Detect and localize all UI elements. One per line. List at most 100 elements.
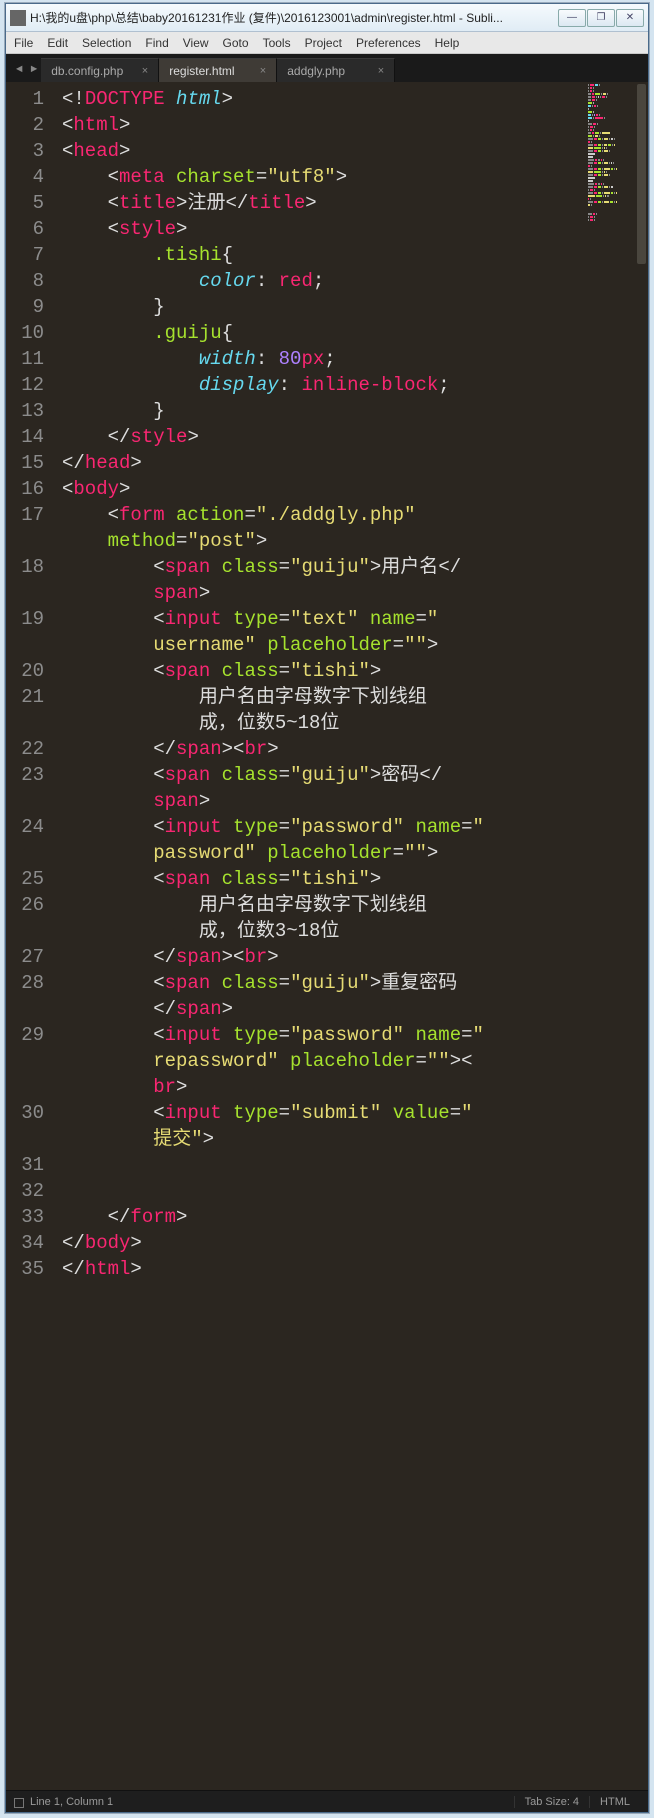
status-tabsize[interactable]: Tab Size: 4 <box>514 1796 589 1808</box>
tab-label: register.html <box>169 64 234 78</box>
status-indicator-icon <box>14 1798 24 1808</box>
code-line-wrap[interactable]: span> <box>62 580 646 606</box>
line-number: 18 <box>6 554 44 580</box>
menu-edit[interactable]: Edit <box>47 36 68 50</box>
menu-tools[interactable]: Tools <box>263 36 291 50</box>
code-line[interactable]: } <box>62 398 646 424</box>
tab-register-html[interactable]: register.html × <box>159 58 277 82</box>
tab-close-icon[interactable]: × <box>260 65 266 77</box>
code-line[interactable]: </html> <box>62 1256 646 1282</box>
code-line[interactable] <box>62 1178 646 1204</box>
line-number: 24 <box>6 814 44 840</box>
code-line[interactable]: </span><br> <box>62 736 646 762</box>
line-number: 6 <box>6 216 44 242</box>
menu-selection[interactable]: Selection <box>82 36 131 50</box>
menu-file[interactable]: File <box>14 36 33 50</box>
tab-close-icon[interactable]: × <box>378 65 384 77</box>
line-number <box>6 1048 44 1074</box>
status-language[interactable]: HTML <box>589 1796 640 1808</box>
code-line[interactable]: <html> <box>62 112 646 138</box>
code-line[interactable]: <span class="guiju">重复密码 <box>62 970 646 996</box>
line-number: 26 <box>6 892 44 918</box>
line-number: 35 <box>6 1256 44 1282</box>
line-number <box>6 1074 44 1100</box>
code-line-wrap[interactable]: 提交"> <box>62 1126 646 1152</box>
menu-goto[interactable]: Goto <box>223 36 249 50</box>
line-number: 25 <box>6 866 44 892</box>
code-line-wrap[interactable]: 成，位数3~18位 <box>62 918 646 944</box>
line-number <box>6 710 44 736</box>
code-line-wrap[interactable]: </span> <box>62 996 646 1022</box>
scrollbar[interactable] <box>635 82 648 1790</box>
code-line[interactable]: .guiju{ <box>62 320 646 346</box>
code-line[interactable]: <title>注册</title> <box>62 190 646 216</box>
code-line[interactable]: 用户名由字母数字下划线组 <box>62 892 646 918</box>
menu-project[interactable]: Project <box>305 36 342 50</box>
line-number: 27 <box>6 944 44 970</box>
minimize-button[interactable]: — <box>558 9 586 27</box>
code-line[interactable]: </head> <box>62 450 646 476</box>
code-line[interactable]: 用户名由字母数字下划线组 <box>62 684 646 710</box>
code-line-wrap[interactable]: repassword" placeholder="">< <box>62 1048 646 1074</box>
tab-close-icon[interactable]: × <box>142 65 148 77</box>
code-line-wrap[interactable]: username" placeholder=""> <box>62 632 646 658</box>
tab-label: db.config.php <box>51 64 123 78</box>
code-line[interactable]: <span class="guiju">密码</ <box>62 762 646 788</box>
code-line[interactable]: } <box>62 294 646 320</box>
code-line-wrap[interactable]: password" placeholder=""> <box>62 840 646 866</box>
code-line-wrap[interactable]: 成，位数5~18位 <box>62 710 646 736</box>
code-line[interactable]: <form action="./addgly.php" <box>62 502 646 528</box>
menubar: File Edit Selection Find View Goto Tools Projec… <box>6 32 648 54</box>
line-number: 23 <box>6 762 44 788</box>
code-line[interactable]: color: red; <box>62 268 646 294</box>
code-line[interactable] <box>62 1152 646 1178</box>
tab-db-config-php[interactable]: db.config.php × <box>41 58 159 82</box>
code-line[interactable]: <style> <box>62 216 646 242</box>
code-line[interactable]: <body> <box>62 476 646 502</box>
line-number: 17 <box>6 502 44 528</box>
tab-addgly-php[interactable]: addgly.php× <box>277 58 395 82</box>
tab-prev-icon[interactable]: ◄ <box>12 64 27 82</box>
code-line[interactable]: </form> <box>62 1204 646 1230</box>
code-line[interactable]: </style> <box>62 424 646 450</box>
tab-next-icon[interactable]: ► <box>27 64 42 82</box>
code-line[interactable]: </body> <box>62 1230 646 1256</box>
line-number: 30 <box>6 1100 44 1126</box>
code-line[interactable]: <meta charset="utf8"> <box>62 164 646 190</box>
code-line[interactable]: width: 80px; <box>62 346 646 372</box>
editor[interactable]: 1234567891011121314151617 18 19 2021 222… <box>6 82 648 1790</box>
code-line[interactable]: <span class="tishi"> <box>62 866 646 892</box>
code-line[interactable]: <head> <box>62 138 646 164</box>
menu-preferences[interactable]: Preferences <box>356 36 421 50</box>
line-number: 1 <box>6 86 44 112</box>
menu-find[interactable]: Find <box>145 36 168 50</box>
menu-help[interactable]: Help <box>435 36 460 50</box>
code-line[interactable]: <input type="password" name=" <box>62 814 646 840</box>
code-line[interactable]: display: inline-block; <box>62 372 646 398</box>
line-number <box>6 918 44 944</box>
code-line[interactable]: <input type="password" name=" <box>62 1022 646 1048</box>
code-line[interactable]: .tishi{ <box>62 242 646 268</box>
line-number <box>6 632 44 658</box>
line-number: 3 <box>6 138 44 164</box>
code-line[interactable]: <input type="submit" value=" <box>62 1100 646 1126</box>
line-number: 33 <box>6 1204 44 1230</box>
line-number: 9 <box>6 294 44 320</box>
code-line-wrap[interactable]: br> <box>62 1074 646 1100</box>
scrollbar-thumb[interactable] <box>637 84 646 264</box>
code-line-wrap[interactable]: method="post"> <box>62 528 646 554</box>
code-line[interactable]: <span class="guiju">用户名</ <box>62 554 646 580</box>
code-line[interactable]: <input type="text" name=" <box>62 606 646 632</box>
code-line[interactable]: <span class="tishi"> <box>62 658 646 684</box>
line-number: 4 <box>6 164 44 190</box>
app-icon <box>10 10 26 26</box>
code-line[interactable]: <!DOCTYPE html> <box>62 86 646 112</box>
code-area[interactable]: <!DOCTYPE html><html><head> <meta charse… <box>54 82 648 1790</box>
maximize-button[interactable]: ❐ <box>587 9 615 27</box>
close-button[interactable]: ✕ <box>616 9 644 27</box>
app-window: H:\我的u盘\php\总结\baby20161231作业 (复件)\20161… <box>5 3 649 1813</box>
code-line[interactable]: </span><br> <box>62 944 646 970</box>
menu-view[interactable]: View <box>183 36 209 50</box>
code-line-wrap[interactable]: span> <box>62 788 646 814</box>
line-number: 16 <box>6 476 44 502</box>
